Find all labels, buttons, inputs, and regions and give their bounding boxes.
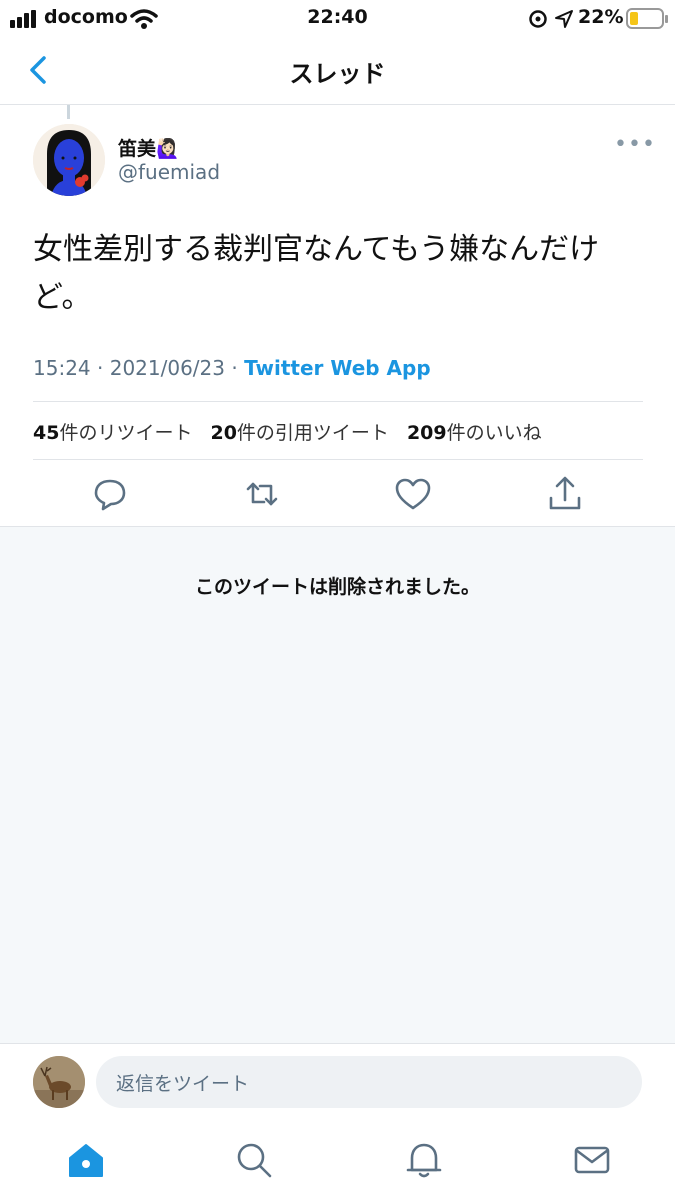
quote-stat[interactable]: 20件の引用ツイート: [210, 422, 388, 444]
battery-percent: 22%: [578, 6, 624, 28]
meta-separator: ·: [231, 356, 238, 380]
retweet-icon: [246, 482, 278, 506]
reply-button[interactable]: [88, 474, 132, 514]
retweet-stat[interactable]: 45件のリツイート: [33, 422, 192, 444]
quote-count: 20: [210, 422, 237, 444]
divider: [33, 401, 643, 402]
bell-icon: [406, 1143, 442, 1178]
deleted-tweet-area: [0, 526, 675, 1044]
tweet-source-link[interactable]: Twitter Web App: [244, 356, 431, 380]
engagement-stats: 45件のリツイート 20件の引用ツイート 209件のいいね: [33, 418, 542, 445]
share-icon: [549, 476, 581, 510]
divider: [33, 459, 643, 460]
display-name[interactable]: 笛美🙋🏻‍♀️: [118, 134, 180, 161]
page-title: スレッド: [289, 60, 386, 88]
avatar-illustration: [33, 124, 105, 196]
thread-line: [67, 105, 70, 119]
tab-search[interactable]: [232, 1138, 276, 1182]
like-button[interactable]: [391, 474, 435, 514]
screen-lock-icon: [529, 10, 547, 28]
tab-home[interactable]: [64, 1138, 108, 1182]
like-label: 件のいいね: [446, 422, 542, 444]
more-icon[interactable]: •••: [614, 132, 656, 157]
like-stat[interactable]: 209件のいいね: [407, 422, 542, 444]
search-icon: [237, 1143, 272, 1178]
tweet-meta: 15:24 · 2021/06/23 · Twitter Web App: [33, 356, 431, 380]
battery-icon: [626, 8, 668, 29]
heart-icon: [395, 478, 431, 510]
meta-separator: ·: [97, 356, 104, 380]
retweet-label: 件のリツイート: [59, 422, 193, 444]
navigation-bar: スレッド: [0, 36, 675, 105]
reply-icon: [94, 479, 126, 511]
tab-messages[interactable]: [570, 1138, 614, 1182]
status-bar: docomo 22:40 22%: [0, 0, 675, 36]
avatar[interactable]: [33, 124, 105, 196]
location-icon: [555, 10, 573, 28]
deleted-notice: このツイートは削除されました。: [194, 576, 480, 598]
reply-placeholder: 返信をツイート: [116, 1073, 250, 1095]
retweet-button[interactable]: [240, 474, 284, 514]
like-count: 209: [406, 422, 447, 444]
tweet-date: 2021/06/23: [109, 356, 225, 380]
user-handle[interactable]: @fuemiad: [118, 160, 220, 184]
mail-icon: [574, 1146, 610, 1174]
tweet-text: 女性差別する裁判官なんてもう嫌なんだけど。: [33, 232, 600, 315]
tweet-time: 15:24: [33, 356, 91, 380]
share-button[interactable]: [543, 474, 587, 514]
quote-label: 件の引用ツイート: [236, 422, 389, 444]
retweet-count: 45: [33, 422, 60, 444]
tab-notifications[interactable]: [402, 1138, 446, 1182]
home-icon: [69, 1144, 103, 1177]
current-user-avatar: [33, 1056, 85, 1108]
deer-photo: [33, 1056, 85, 1108]
reply-input[interactable]: 返信をツイート: [96, 1056, 642, 1108]
